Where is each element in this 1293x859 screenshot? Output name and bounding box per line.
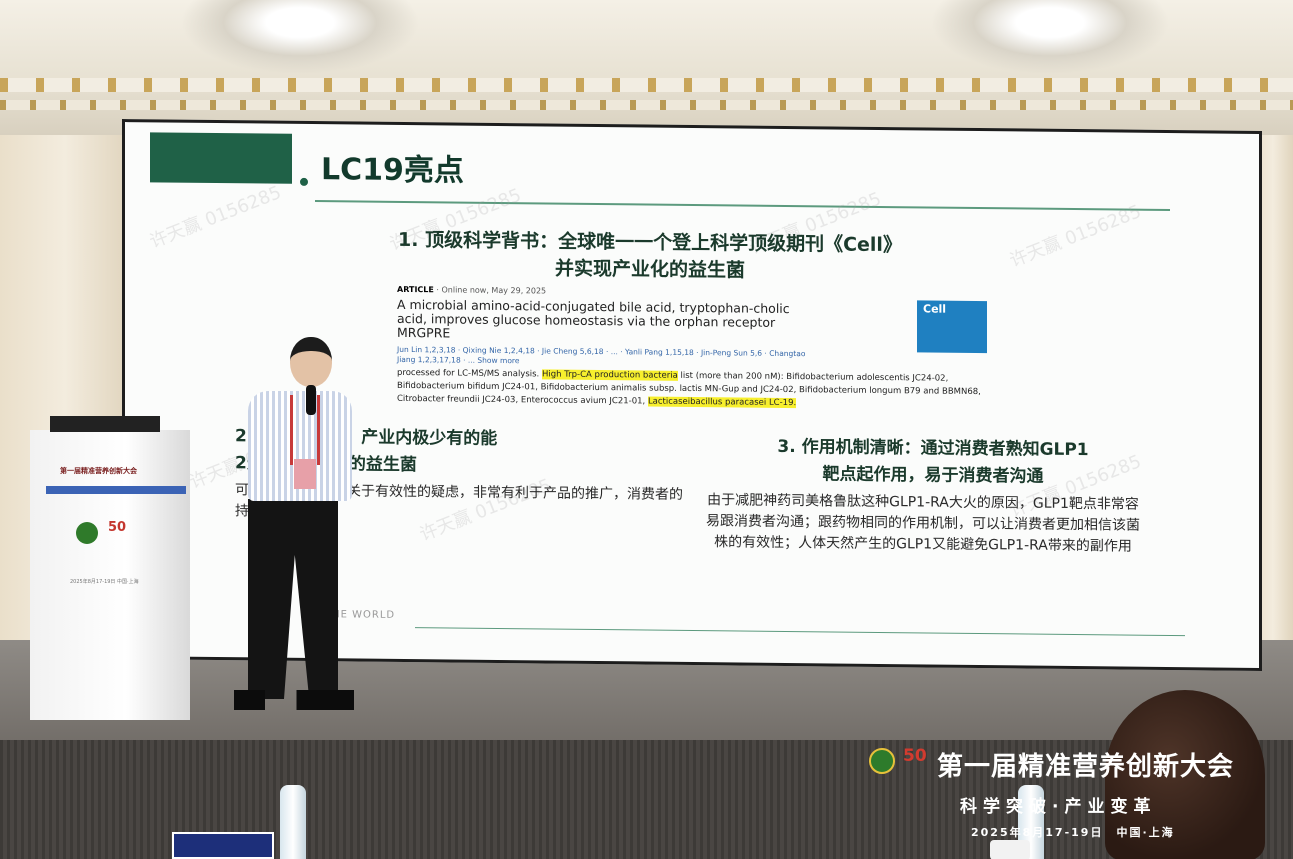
- heading-3-line-1: 3. 作用机制清晰：通过消费者熟知GLP1: [777, 436, 1089, 461]
- ceiling: [0, 0, 1293, 135]
- speaker-trousers: [248, 499, 338, 699]
- podium-date: 2025年8月17-19日 中国·上海: [70, 579, 139, 585]
- speaker-head: [290, 337, 332, 387]
- event-50-logo: 50: [903, 746, 927, 766]
- title-accent-dot: [300, 177, 308, 186]
- chandelier-right: [930, 0, 1170, 75]
- ceiling-trim: [0, 78, 1293, 92]
- slide-title: LC19亮点: [321, 152, 464, 189]
- watermark: 许天赢 0156285: [146, 182, 285, 253]
- article-body: processed for LC-MS/MS analysis. High Tr…: [397, 367, 1017, 412]
- podium-title: 第一届精准营养创新大会: [60, 467, 137, 475]
- title-accent-bar: [150, 132, 292, 184]
- article-tag: ARTICLE: [397, 284, 434, 295]
- event-date-place: 2025年8月17-19日 中国·上海: [971, 826, 1175, 839]
- table-nameplate: [172, 832, 274, 859]
- cell-journal-logo: Cell: [917, 300, 987, 354]
- podium-50-logo: 50: [108, 520, 127, 535]
- heading-3-line-2: 靶点起作用，易于消费者沟通: [822, 464, 1044, 487]
- event-logo-icon: [869, 748, 895, 774]
- podium: 第一届精准营养创新大会 50 2025年8月17-19日 中国·上海: [30, 416, 190, 720]
- article-date: · Online now, May 29, 2025: [436, 285, 547, 296]
- speaker: [230, 335, 360, 725]
- speaker-shoes: [234, 690, 354, 710]
- article-body-prefix: processed for LC-MS/MS analysis.: [397, 367, 540, 380]
- microphone-icon: [306, 385, 316, 415]
- footer-rule: [415, 627, 1185, 637]
- event-slogan: 科学突破·产业变革: [960, 797, 1157, 817]
- article-authors: Jun Lin 1,2,3,18 · Qixing Nie 1,2,4,18 ·…: [397, 344, 806, 366]
- name-badge: [294, 459, 316, 489]
- article-title: A microbial amino-acid-conjugated bile a…: [397, 296, 790, 341]
- laptop: [50, 416, 160, 432]
- event-title: 第一届精准营养创新大会: [937, 752, 1235, 782]
- heading-3: 3. 作用机制清晰：通过消费者熟知GLP1 靶点起作用，易于消费者沟通: [713, 433, 1153, 492]
- body-3: 由于减肥神药司美格鲁肽这种GLP1-RA大火的原因，GLP1靶点非常容易跟消费者…: [706, 492, 1140, 555]
- event-banner: 50 第一届精准营养创新大会 科学突破·产业变革 2025年8月17-19日 中…: [865, 742, 1285, 852]
- water-bottle: [280, 785, 306, 859]
- podium-logo-icon: [76, 522, 98, 544]
- chandelier-left: [180, 0, 420, 75]
- podium-stripe: [46, 486, 186, 494]
- highlight-lc19: Lacticaseibacillus paracasei LC-19.: [647, 396, 797, 409]
- ceiling-trim-lower: [0, 100, 1293, 110]
- heading-1: 1. 顶级科学背书：全球唯一一个登上科学顶级期刊《Cell》 并实现产业化的益生…: [320, 226, 980, 287]
- highlight-production-bacteria: High Trp-CA production bacteria: [541, 369, 678, 381]
